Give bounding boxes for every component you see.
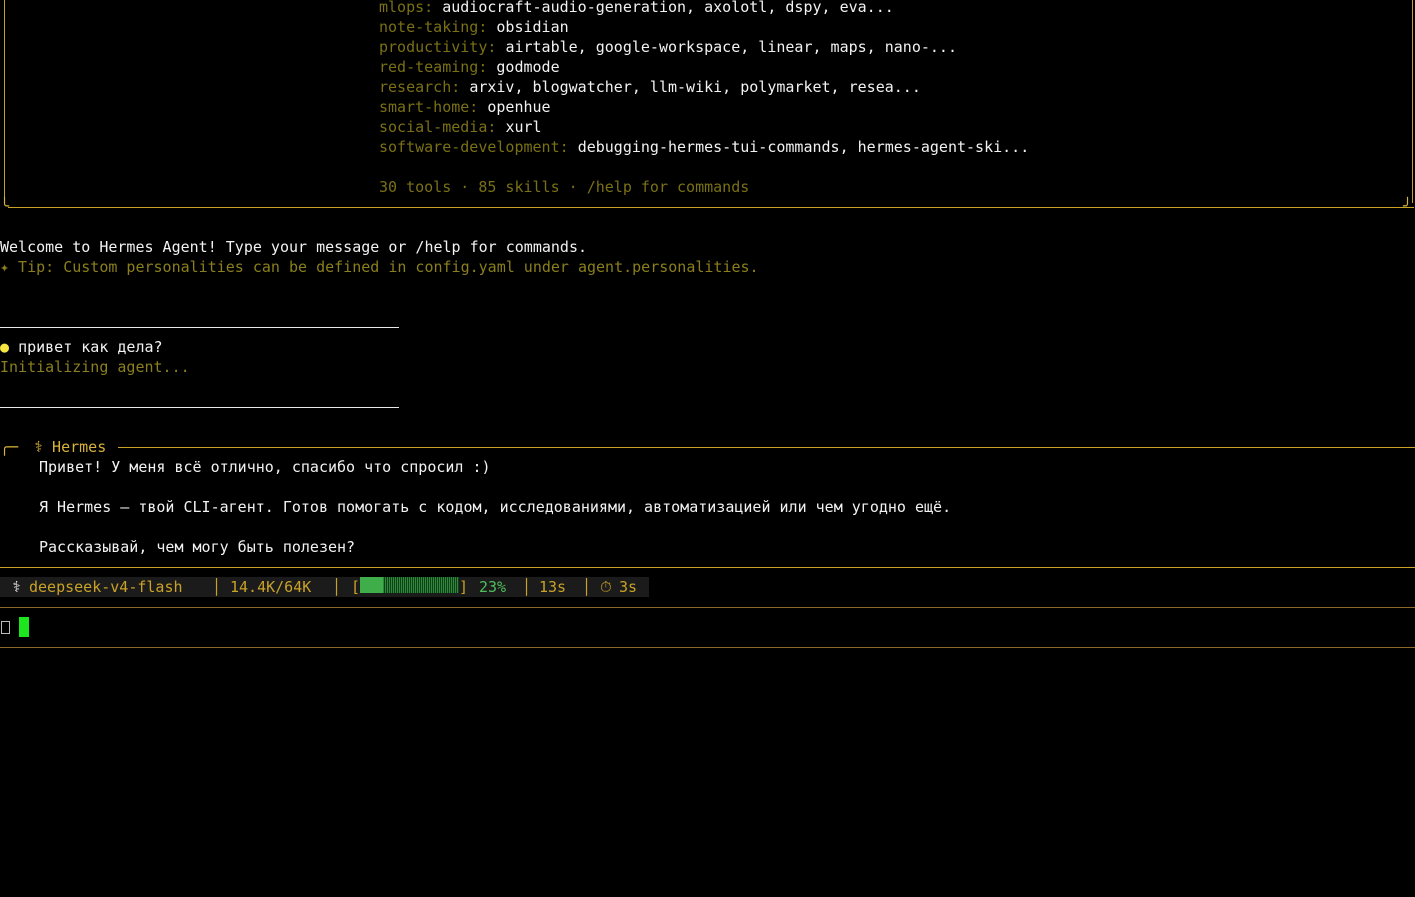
response-bottom-border — [0, 567, 1415, 568]
model-name[interactable]: deepseek-v4-flash — [29, 577, 183, 597]
status-separator: │ — [212, 578, 222, 596]
context-percent: 23% — [479, 578, 507, 596]
skills-row-smart-home: smart-home: openhue — [379, 97, 551, 117]
skills-summary: 30 tools · 85 skills · /help for command… — [379, 178, 750, 196]
timer-value: 3s — [619, 578, 638, 596]
response-top-border — [118, 447, 1415, 448]
response-line: Рассказывай, чем могу быть полезен? — [39, 538, 356, 556]
bullet-icon: ● — [0, 338, 10, 356]
token-usage: 14.4K/64K — [230, 578, 312, 596]
response-header: ⚕ Hermes — [34, 438, 107, 456]
response-line: Я Hermes — твой CLI-агент. Готов помогат… — [39, 498, 952, 516]
text-cursor[interactable] — [19, 617, 29, 637]
skills-row-social-media: social-media: xurl — [379, 117, 542, 137]
skill-category: mlops: — [379, 0, 434, 16]
response-top-left-corner: ╭─ — [0, 438, 19, 456]
panel-bottom-right-corner: ╯ — [1403, 197, 1413, 215]
skill-items: xurl — [505, 118, 542, 136]
welcome-message: Welcome to Hermes Agent! Type your messa… — [0, 238, 587, 256]
skill-items: openhue — [487, 98, 551, 116]
skill-items: audiocraft-audio-generation, axolotl, ds… — [442, 0, 894, 16]
skills-row-software-development: software-development: debugging-hermes-t… — [379, 137, 1029, 157]
progress-open-bracket: [ — [351, 578, 361, 596]
context-bar-fill — [360, 577, 383, 593]
panel-right-border — [1412, 0, 1413, 203]
context-bar-remaining — [383, 577, 459, 593]
skill-items: godmode — [496, 58, 560, 76]
skill-category: smart-home: — [379, 98, 479, 116]
skills-row-mlops: mlops: audiocraft-audio-generation, axol… — [379, 0, 894, 17]
skills-row-red-teaming: red-teaming: godmode — [379, 57, 560, 77]
input-top-border — [0, 607, 1415, 608]
skill-items: airtable, google-workspace, linear, maps… — [505, 38, 957, 56]
status-separator: │ — [582, 578, 592, 596]
user-message-text: привет как дела? — [18, 338, 163, 356]
response-line: Привет! У меня всё отлично, спасибо что … — [39, 458, 491, 476]
status-separator: │ — [332, 578, 342, 596]
skill-category: note-taking: — [379, 18, 488, 36]
skill-category: red-teaming: — [379, 58, 488, 76]
status-bar: ⚕ deepseek-v4-flash │ 14.4K/64K │ [ ] 23… — [0, 577, 649, 597]
user-message: ● привет как дела? — [0, 337, 163, 357]
user-message-top-rule — [0, 327, 399, 328]
skills-row-note-taking: note-taking: obsidian — [379, 17, 569, 37]
agent-status: Initializing agent... — [0, 358, 190, 376]
panel-left-border — [4, 0, 5, 203]
skill-category: social-media: — [379, 118, 497, 136]
skill-category: software-development: — [379, 138, 569, 156]
tip-message: ✦ Tip: Custom personalities can be defin… — [0, 258, 759, 276]
status-separator: │ — [522, 578, 532, 596]
prompt-box-icon — [1, 621, 10, 634]
elapsed-time: 13s — [539, 578, 567, 596]
skill-category: productivity: — [379, 38, 497, 56]
input-bottom-border — [0, 647, 1415, 648]
skill-items: debugging-hermes-tui-commands, hermes-ag… — [577, 138, 1030, 156]
panel-bottom-left-corner: ╰ — [0, 197, 10, 215]
skills-row-productivity: productivity: airtable, google-workspace… — [379, 37, 957, 57]
timer-icon: ⏱ — [600, 578, 612, 596]
user-message-bottom-rule — [0, 407, 399, 408]
progress-close-bracket: ] — [459, 578, 469, 596]
panel-bottom-border — [8, 207, 1414, 208]
skill-category: research: — [379, 78, 461, 96]
skills-row-research: research: arxiv, blogwatcher, llm-wiki, … — [379, 77, 921, 97]
skill-items: obsidian — [496, 18, 569, 36]
caduceus-icon: ⚕ — [12, 578, 22, 596]
skill-items: arxiv, blogwatcher, llm-wiki, polymarket… — [469, 78, 921, 96]
